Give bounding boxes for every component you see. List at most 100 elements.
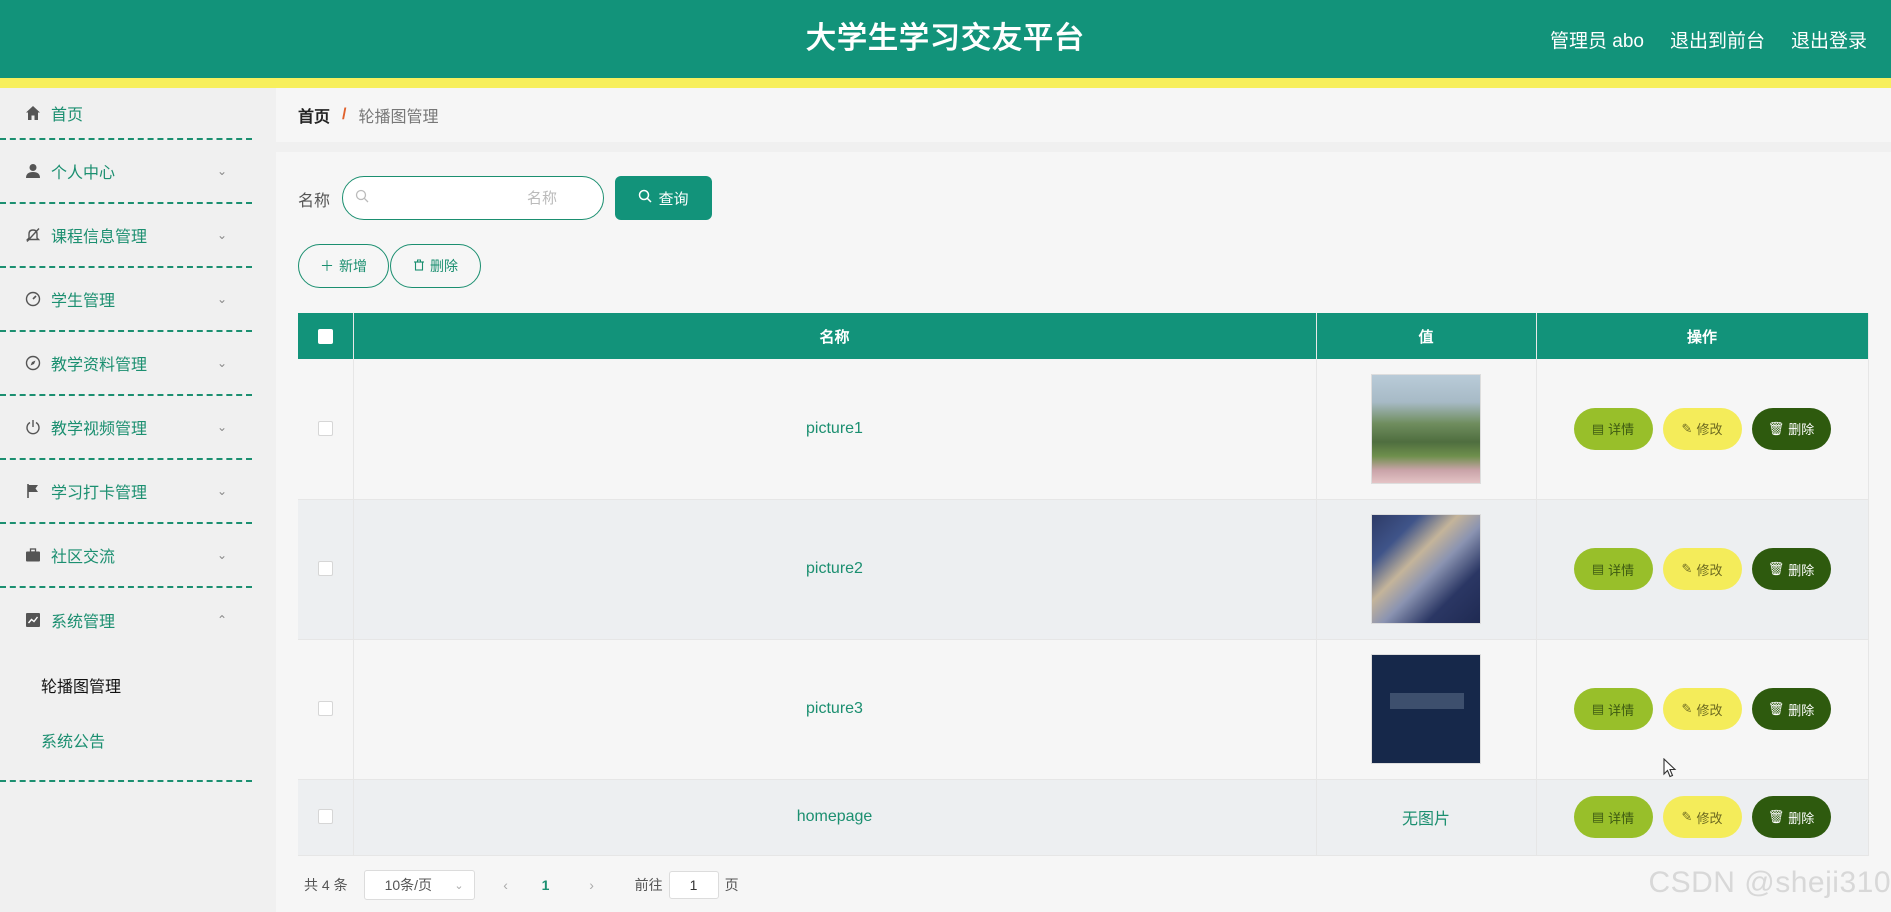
sidebar-item-home[interactable]: 首页 xyxy=(0,88,252,140)
search-icon xyxy=(355,189,369,208)
table-row: picture1 ▤ 详情 ✎ 修改 🗑 删除 xyxy=(298,359,1869,500)
column-header-value: 值 xyxy=(1316,313,1537,359)
flag-icon xyxy=(24,482,42,500)
row-checkbox[interactable] xyxy=(317,421,333,437)
detail-button[interactable]: ▤ 详情 xyxy=(1573,796,1653,838)
edit-label: 修改 xyxy=(1696,810,1723,826)
carousel-image-thumbnail[interactable] xyxy=(1371,654,1481,764)
select-all-checkbox[interactable] xyxy=(317,329,333,345)
chart-icon xyxy=(24,611,42,629)
row-checkbox[interactable] xyxy=(317,701,333,717)
table-row: picture3 ▤ 详情 ✎ 修改 🗑 删除 xyxy=(298,639,1869,780)
next-page-button[interactable]: › xyxy=(577,877,607,893)
chevron-up-icon: ⌃ xyxy=(217,613,228,627)
carousel-image-thumbnail[interactable] xyxy=(1371,514,1481,624)
delete-button[interactable]: 🗑 删除 xyxy=(1751,796,1831,838)
edit-button[interactable]: ✎ 修改 xyxy=(1662,688,1742,730)
delete-label: 删除 xyxy=(1788,702,1815,718)
header-stripe xyxy=(0,78,1891,88)
compass-icon xyxy=(24,354,42,372)
plus-icon: ＋ xyxy=(320,258,334,274)
delete-label: 删除 xyxy=(1788,810,1815,826)
delete-button[interactable]: 🗑 删除 xyxy=(1751,548,1831,590)
back-to-front-link[interactable]: 退出到前台 xyxy=(1670,26,1765,53)
detail-button[interactable]: ▤ 详情 xyxy=(1573,548,1653,590)
system-submenu: 轮播图管理 系统公告 xyxy=(0,652,252,782)
edit-label: 修改 xyxy=(1696,702,1723,718)
user-icon xyxy=(24,162,42,180)
breadcrumb-home[interactable]: 首页 xyxy=(298,103,330,127)
row-checkbox[interactable] xyxy=(317,809,333,825)
sidebar: 首页 个人中心 ⌄ 课程信息管理 ⌄ 学生管理 ⌄ 教学资料管理 ⌄ 教学视频管… xyxy=(0,88,252,912)
sidebar-item-label: 教学资料管理 xyxy=(51,357,148,374)
chevron-down-icon: ⌄ xyxy=(217,484,228,498)
batch-delete-label: 删除 xyxy=(430,258,458,274)
sidebar-item-label: 课程信息管理 xyxy=(51,229,148,246)
edit-button[interactable]: ✎ 修改 xyxy=(1662,548,1742,590)
data-table: 名称 值 操作 picture1 ▤详情 ✎修改 🗑删除 picture2 xyxy=(298,313,1869,856)
breadcrumb: 首页 / 轮播图管理 xyxy=(276,88,1891,142)
table-header-row: 名称 值 操作 xyxy=(298,313,1869,359)
trash-icon: 🗑 xyxy=(1767,420,1785,436)
pencil-icon: ✎ xyxy=(1681,809,1693,824)
chevron-down-icon: ⌄ xyxy=(217,164,228,178)
edit-label: 修改 xyxy=(1696,562,1723,578)
row-checkbox[interactable] xyxy=(317,561,333,577)
sidebar-item-checkin[interactable]: 学习打卡管理 ⌄ xyxy=(0,460,252,524)
page-number-current[interactable]: 1 xyxy=(531,877,561,893)
search-field[interactable] xyxy=(342,176,604,220)
sidebar-item-community[interactable]: 社区交流 ⌄ xyxy=(0,524,252,588)
row-name: picture1 xyxy=(353,359,1317,500)
edit-label: 修改 xyxy=(1696,422,1723,438)
goto-page-input[interactable] xyxy=(668,871,719,899)
detail-button[interactable]: ▤ 详情 xyxy=(1573,688,1653,730)
edit-button[interactable]: ✎ 修改 xyxy=(1662,796,1742,838)
batch-delete-button[interactable]: 删除 xyxy=(390,244,481,288)
sidebar-item-label: 社区交流 xyxy=(51,549,116,566)
sidebar-item-label: 学习打卡管理 xyxy=(51,485,148,502)
document-icon: ▤ xyxy=(1591,809,1605,824)
logout-link[interactable]: 退出登录 xyxy=(1791,26,1867,53)
sidebar-item-course-info[interactable]: 课程信息管理 ⌄ xyxy=(0,204,252,268)
carousel-image-thumbnail[interactable] xyxy=(1371,373,1481,484)
document-icon: ▤ xyxy=(1591,561,1605,576)
search-input[interactable] xyxy=(377,185,587,211)
prev-page-button[interactable]: ‹ xyxy=(491,877,521,893)
row-name: homepage xyxy=(353,779,1317,856)
sidebar-item-student[interactable]: 学生管理 ⌄ xyxy=(0,268,252,332)
detail-button[interactable]: ▤ 详情 xyxy=(1573,407,1653,450)
table-row: picture2 ▤ 详情 ✎ 修改 🗑 删除 xyxy=(298,499,1869,640)
sidebar-item-label: 教学视频管理 xyxy=(51,421,148,438)
query-button[interactable]: 查询 xyxy=(615,176,712,220)
column-header-name: 名称 xyxy=(353,313,1317,359)
sidebar-item-teaching-material[interactable]: 教学资料管理 ⌄ xyxy=(0,332,252,396)
submenu-item-carousel[interactable]: 轮播图管理 xyxy=(0,660,252,715)
sidebar-item-system[interactable]: 系统管理 ⌃ xyxy=(0,588,252,652)
sidebar-item-label: 个人中心 xyxy=(51,165,116,182)
row-name: picture3 xyxy=(353,639,1317,780)
edit-button[interactable]: ✎ 修改 xyxy=(1662,407,1742,450)
page-suffix: 页 xyxy=(724,877,739,893)
sidebar-item-teaching-video[interactable]: 教学视频管理 ⌄ xyxy=(0,396,252,460)
delete-label: 删除 xyxy=(1788,422,1815,438)
sidebar-item-label: 首页 xyxy=(51,107,84,124)
header-actions: 管理员 abo 退出到前台 退出登录 xyxy=(1550,0,1867,78)
mouse-cursor-icon xyxy=(1663,757,1677,783)
submenu-item-announcement[interactable]: 系统公告 xyxy=(0,715,252,770)
pencil-icon: ✎ xyxy=(1681,420,1693,436)
add-button[interactable]: ＋ 新增 xyxy=(298,244,389,288)
home-icon xyxy=(24,104,42,122)
detail-label: 详情 xyxy=(1608,562,1635,578)
sidebar-item-label: 学生管理 xyxy=(51,293,116,310)
chevron-down-icon: ⌄ xyxy=(217,420,228,434)
pencil-icon: ✎ xyxy=(1681,701,1693,716)
delete-button[interactable]: 🗑 删除 xyxy=(1751,688,1831,730)
select-all-cell xyxy=(298,313,354,359)
row-name: picture2 xyxy=(353,499,1317,640)
delete-button[interactable]: 🗑 删除 xyxy=(1751,407,1831,450)
current-user-label: 管理员 abo xyxy=(1549,30,1644,52)
trash-icon: 🗑 xyxy=(1767,561,1785,576)
sidebar-item-personal-center[interactable]: 个人中心 ⌄ xyxy=(0,140,252,204)
table-row: homepage 无图片 ▤ 详情 ✎ 修改 🗑 删除 xyxy=(298,779,1869,856)
page-size-select[interactable]: 10条/页 ⌄ xyxy=(363,870,475,900)
